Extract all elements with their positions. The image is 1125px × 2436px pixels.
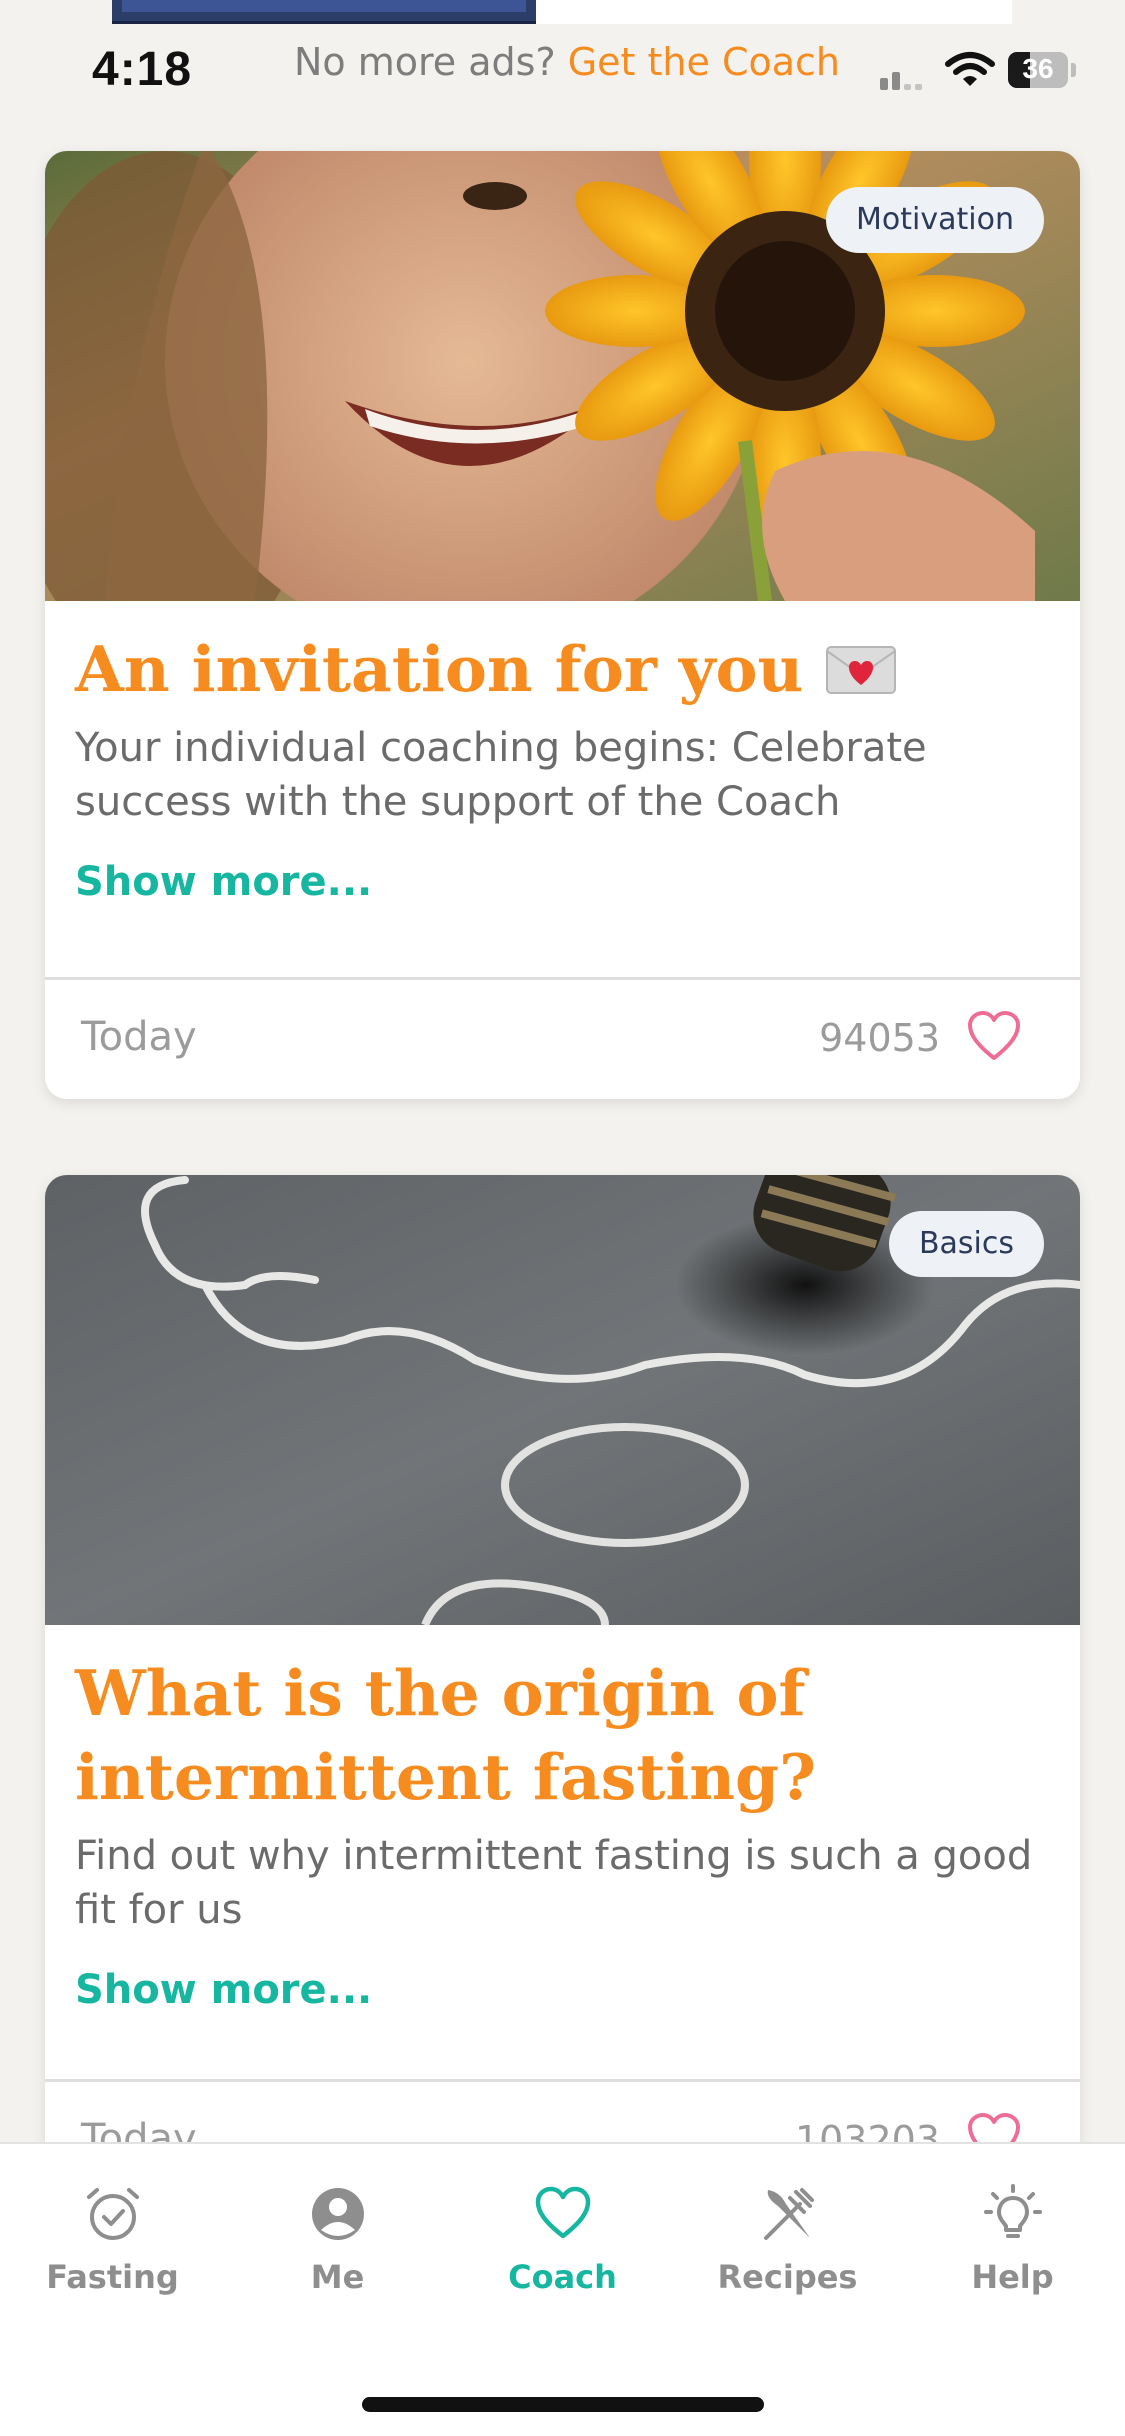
tab-label: Me [310, 2258, 365, 2296]
like-count: 94053 [819, 1016, 940, 1060]
promo-text: No more ads? [294, 40, 568, 84]
cellular-signal-icon [880, 72, 922, 90]
status-time: 4:18 [92, 43, 193, 96]
love-letter-icon [826, 646, 897, 694]
status-bar: 4:18 No more ads? Get the Coach 36 [0, 28, 1125, 108]
tab-coach[interactable]: Coach [450, 2184, 675, 2334]
heart-icon[interactable] [966, 1010, 1022, 1062]
battery-cap [1071, 63, 1076, 77]
ad-banner-image[interactable] [112, 0, 536, 24]
ad-banner[interactable] [112, 0, 1012, 24]
status-icons: 36 [878, 48, 1088, 98]
card-image[interactable]: Basics [45, 1175, 1080, 1625]
card-date: Today [81, 1014, 197, 1060]
card-body: What is the origin of intermittent fasti… [75, 1651, 1050, 2013]
tab-bar: Fasting Me Coach Recipes Help [0, 2142, 1125, 2436]
tab-label: Recipes [717, 2258, 858, 2296]
tab-label: Fasting [46, 2258, 179, 2296]
tab-me[interactable]: Me [225, 2184, 450, 2334]
remove-ads-promo[interactable]: No more ads? Get the Coach [294, 40, 840, 84]
home-indicator[interactable] [362, 2397, 764, 2412]
lightbulb-icon [983, 2184, 1042, 2238]
card-title[interactable]: An invitation for you [75, 627, 1050, 711]
ad-banner-blank [536, 0, 1012, 24]
wifi-icon [945, 52, 995, 86]
get-coach-link[interactable]: Get the Coach [568, 40, 840, 84]
tab-label: Help [971, 2258, 1054, 2296]
battery-icon: 36 [1008, 52, 1068, 88]
article-card[interactable]: Motivation An invitation for you Your in… [45, 151, 1080, 1099]
card-body: An invitation for you Your individual co… [75, 627, 1050, 905]
tab-fasting[interactable]: Fasting [0, 2184, 225, 2334]
tab-label: Coach [508, 2258, 617, 2296]
category-badge: Basics [888, 1211, 1044, 1277]
fork-knife-icon [763, 2188, 814, 2240]
category-badge: Motivation [826, 187, 1044, 253]
card-image[interactable]: Motivation [45, 151, 1080, 601]
battery-percent: 36 [1022, 53, 1054, 84]
card-title[interactable]: What is the origin of intermittent fasti… [75, 1651, 1050, 1819]
heart-icon [535, 2186, 590, 2239]
card-description: Your individual coaching begins: Celebra… [75, 725, 927, 825]
card-description: Find out why intermittent fasting is suc… [75, 1833, 1033, 1933]
show-more-link[interactable]: Show more... [75, 859, 372, 905]
alarm-clock-check-icon [86, 2188, 139, 2240]
screen: 4:18 No more ads? Get the Coach 36 Motiv… [0, 0, 1125, 2436]
user-circle-icon [311, 2188, 364, 2240]
card-footer: Today 94053 [45, 977, 1080, 1099]
show-more-link[interactable]: Show more... [75, 1967, 372, 2013]
tab-help[interactable]: Help [900, 2184, 1125, 2334]
article-card[interactable]: Basics What is the origin of intermitten… [45, 1175, 1080, 2175]
tab-recipes[interactable]: Recipes [675, 2184, 900, 2334]
